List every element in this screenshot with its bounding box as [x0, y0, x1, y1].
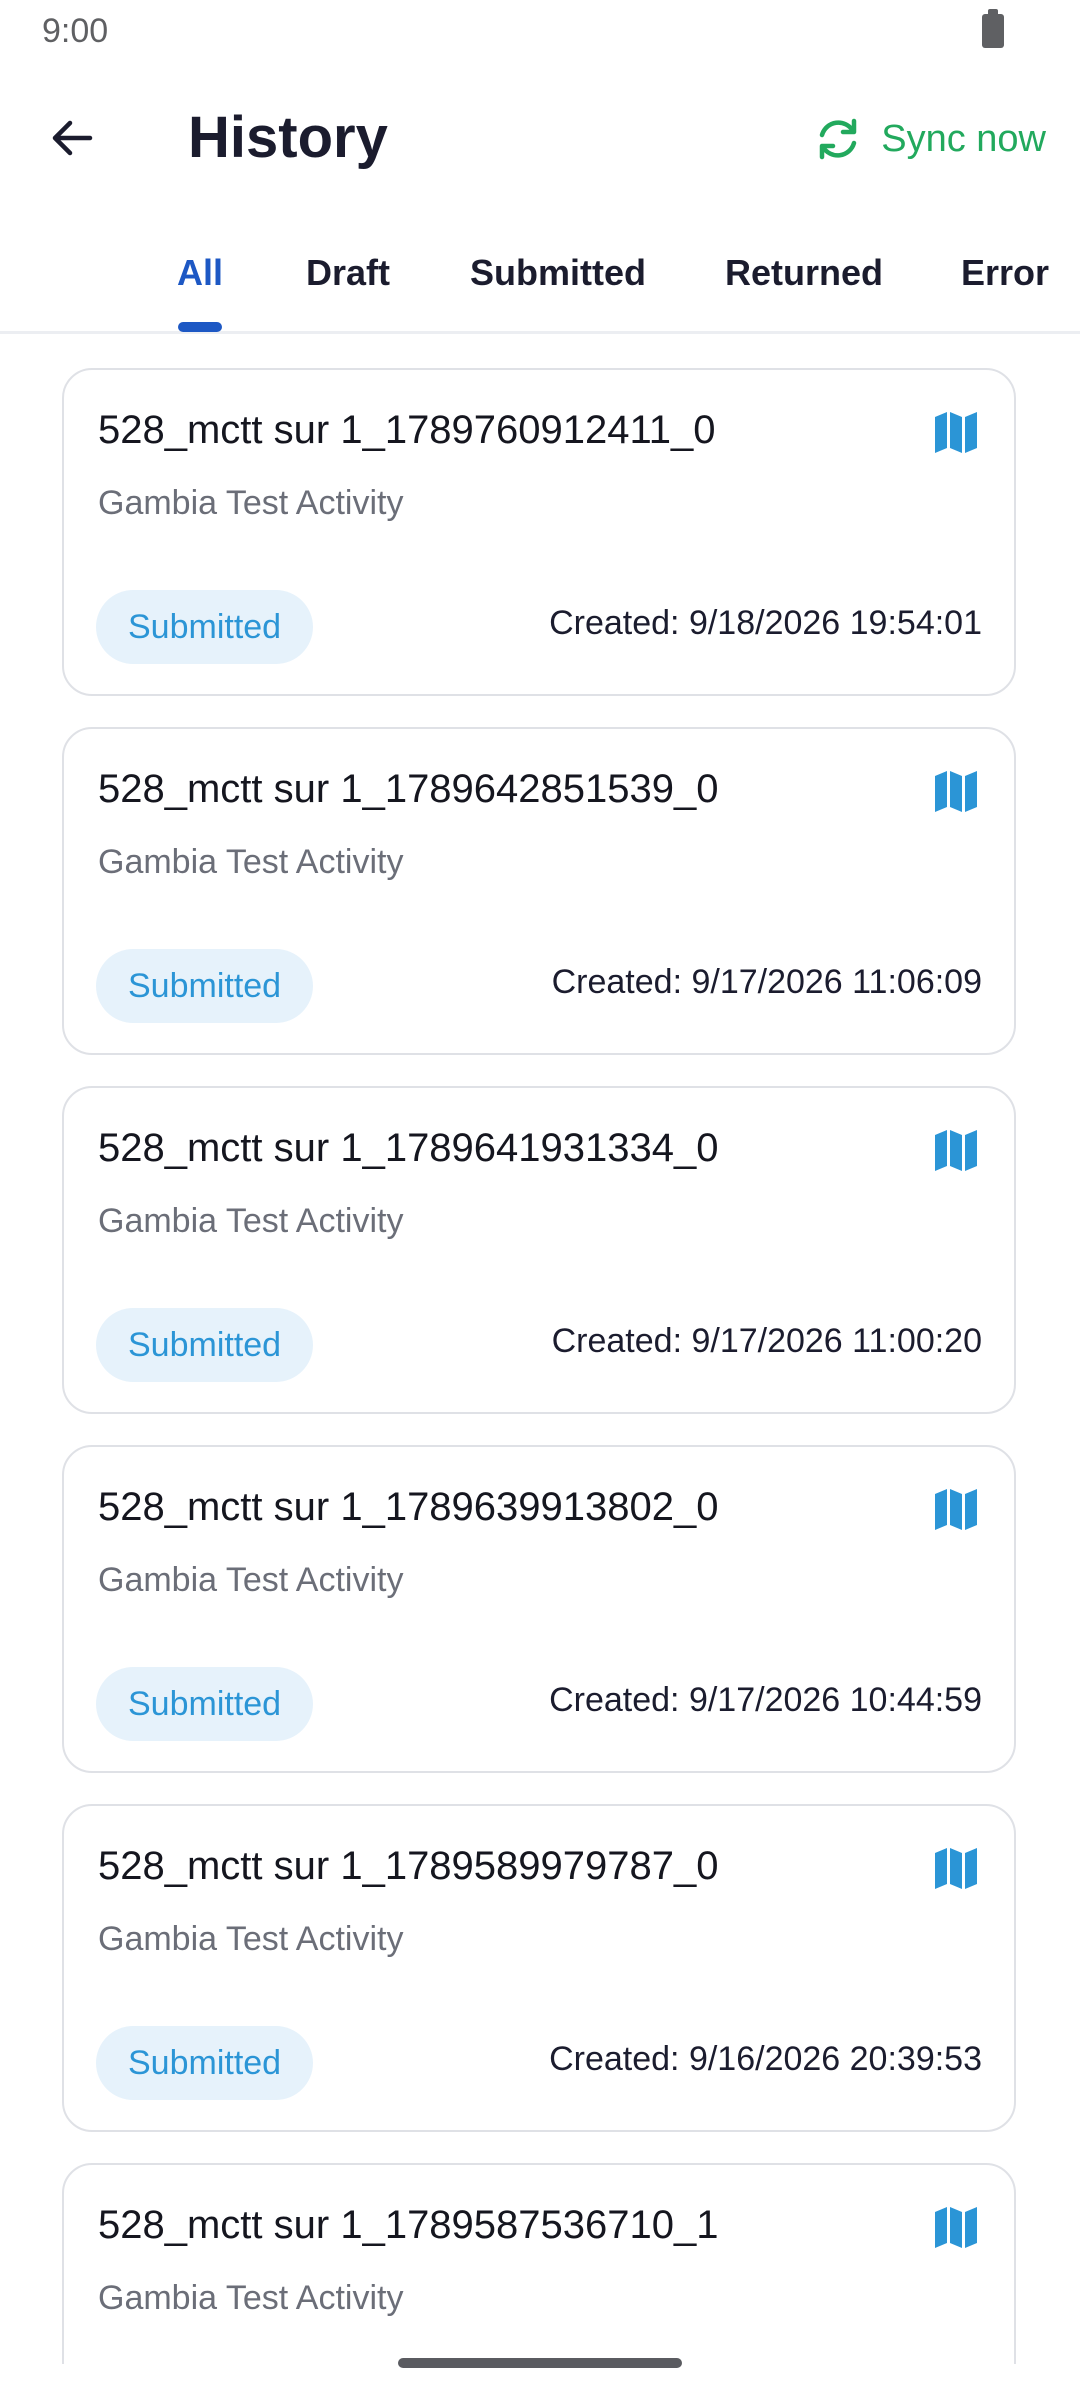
record-activity: Gambia Test Activity [98, 1202, 404, 1240]
tab-returned[interactable]: Returned [710, 212, 898, 334]
status-badge: Submitted [96, 1667, 314, 1741]
history-screen: 9:00 History Sync now All Draft Submitte… [0, 0, 1080, 2400]
history-list[interactable]: 528_mctt sur 1_1789760912411_0 Gambia Te… [0, 334, 1080, 2364]
tab-all[interactable]: All [150, 212, 250, 334]
record-title: 528_mctt sur 1_1789589979787_0 [98, 1844, 719, 1888]
record-title: 528_mctt sur 1_1789760912411_0 [98, 408, 716, 452]
tab-bar: All Draft Submitted Returned Error [0, 212, 1080, 334]
record-card[interactable]: 528_mctt sur 1_1789589979787_0 Gambia Te… [62, 1804, 1016, 2132]
record-created-date: Created: 9/17/2026 11:00:20 [551, 1322, 982, 1360]
map-icon [935, 1848, 977, 1889]
tab-error[interactable]: Error [950, 212, 1060, 334]
map-icon [935, 1130, 977, 1171]
record-title: 528_mctt sur 1_1789641931334_0 [98, 1126, 719, 1170]
tab-submitted[interactable]: Submitted [456, 212, 660, 334]
record-title: 528_mctt sur 1_1789642851539_0 [98, 767, 719, 811]
record-activity: Gambia Test Activity [98, 1561, 404, 1599]
app-bar: History Sync now [0, 64, 1080, 212]
record-created-date: Created: 9/17/2026 10:44:59 [549, 1681, 982, 1719]
status-bar: 9:00 [0, 0, 1080, 64]
status-badge: Submitted [96, 2026, 314, 2100]
record-card[interactable]: 528_mctt sur 1_1789760912411_0 Gambia Te… [62, 368, 1016, 696]
record-created-date: Created: 9/17/2026 11:06:09 [551, 963, 982, 1001]
status-badge: Submitted [96, 949, 314, 1023]
record-card[interactable]: 528_mctt sur 1_1789641931334_0 Gambia Te… [62, 1086, 1016, 1414]
home-indicator[interactable] [398, 2358, 682, 2368]
record-created-date: Created: 9/18/2026 19:54:01 [549, 604, 982, 642]
sync-icon [820, 118, 857, 160]
battery-icon [982, 9, 1004, 48]
active-tab-indicator [178, 322, 222, 332]
record-activity: Gambia Test Activity [98, 843, 404, 881]
map-icon [935, 412, 977, 453]
map-icon [935, 2207, 977, 2248]
record-card[interactable]: 528_mctt sur 1_1789587536710_1 Gambia Te… [62, 2163, 1016, 2364]
record-title: 528_mctt sur 1_1789587536710_1 [98, 2203, 719, 2247]
sync-now-label: Sync now [881, 117, 1046, 160]
status-badge: Submitted [96, 590, 314, 664]
page-title: History [188, 105, 388, 170]
tab-draft[interactable]: Draft [288, 212, 408, 334]
record-created-date: Created: 9/16/2026 20:39:53 [549, 2040, 982, 2078]
record-activity: Gambia Test Activity [98, 2279, 404, 2317]
record-activity: Gambia Test Activity [98, 1920, 404, 1958]
map-icon [935, 771, 977, 812]
record-card[interactable]: 528_mctt sur 1_1789642851539_0 Gambia Te… [62, 727, 1016, 1055]
map-icon [935, 1489, 977, 1530]
arrow-left-icon [52, 120, 93, 156]
sync-now-button[interactable]: Sync now [813, 104, 1046, 174]
status-time: 9:00 [42, 12, 109, 50]
record-title: 528_mctt sur 1_1789639913802_0 [98, 1485, 719, 1529]
status-badge: Submitted [96, 1308, 314, 1382]
record-activity: Gambia Test Activity [98, 484, 404, 522]
back-button[interactable] [34, 100, 110, 176]
record-card[interactable]: 528_mctt sur 1_1789639913802_0 Gambia Te… [62, 1445, 1016, 1773]
